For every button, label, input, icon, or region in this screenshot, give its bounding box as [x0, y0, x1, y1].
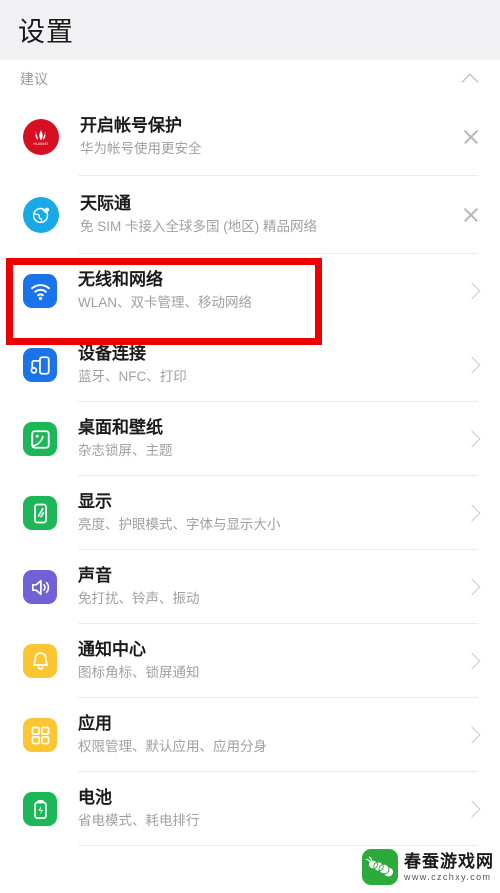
chevron-right-icon	[462, 429, 482, 449]
silkworm-logo-icon	[362, 849, 398, 885]
watermark-url: www.czchxy.com	[404, 871, 492, 882]
suggestions-section-label: 建议	[20, 71, 48, 87]
sidebar-item-battery[interactable]: 电池 省电模式、耗电排行	[0, 772, 500, 846]
close-icon[interactable]	[460, 204, 482, 226]
list-item-subtitle: 蓝牙、NFC、打印	[78, 369, 187, 384]
sidebar-item-sound[interactable]: 声音 免打扰、铃声、振动	[0, 550, 500, 624]
sound-icon	[22, 569, 58, 605]
chevron-right-icon	[462, 281, 482, 301]
divider	[78, 845, 478, 846]
wallpaper-icon	[22, 421, 58, 457]
list-item-subtitle: 图标角标、锁屏通知	[78, 665, 200, 680]
huawei-logo-icon: HUAWEI	[22, 118, 60, 156]
list-item-title: 显示	[78, 492, 112, 511]
list-item-subtitle: 华为帐号使用更安全	[80, 141, 202, 156]
list-item-title: 开启帐号保护	[80, 116, 182, 135]
list-item-title: 无线和网络	[78, 270, 163, 289]
list-item-subtitle: 免打扰、铃声、振动	[78, 591, 200, 606]
list-item-subtitle: 免 SIM 卡接入全球多国 (地区) 精品网络	[80, 219, 317, 234]
sidebar-item-wireless-networks[interactable]: 无线和网络 WLAN、双卡管理、移动网络	[0, 254, 500, 328]
list-item-text: 通知中心 图标角标、锁屏通知	[78, 639, 454, 683]
list-item-text: 设备连接 蓝牙、NFC、打印	[78, 343, 454, 387]
app-title-bar: 设置	[0, 0, 500, 60]
sidebar-item-apps[interactable]: 应用 权限管理、默认应用、应用分身	[0, 698, 500, 772]
chevron-right-icon	[462, 355, 482, 375]
list-item-text: 应用 权限管理、默认应用、应用分身	[78, 713, 454, 757]
sidebar-item-display[interactable]: 显示 亮度、护眼模式、字体与显示大小	[0, 476, 500, 550]
list-item-title: 桌面和壁纸	[78, 418, 163, 437]
list-item-text: 无线和网络 WLAN、双卡管理、移动网络	[78, 269, 454, 313]
chevron-right-icon	[462, 651, 482, 671]
watermark-title: 春蚕游戏网	[404, 851, 494, 871]
chevron-up-icon[interactable]	[462, 70, 480, 88]
apps-grid-icon	[22, 717, 58, 753]
list-item-subtitle: 亮度、护眼模式、字体与显示大小	[78, 517, 281, 532]
settings-list: 无线和网络 WLAN、双卡管理、移动网络 设备连接 蓝牙、NFC、打印 桌面和壁…	[0, 254, 500, 846]
display-icon	[22, 495, 58, 531]
chevron-right-icon	[462, 503, 482, 523]
chevron-right-icon	[462, 577, 482, 597]
list-item[interactable]: 天际通 免 SIM 卡接入全球多国 (地区) 精品网络	[0, 176, 500, 254]
svg-text:HUAWEI: HUAWEI	[33, 142, 48, 146]
list-item-subtitle: 权限管理、默认应用、应用分身	[78, 739, 267, 754]
sidebar-item-notification-center[interactable]: 通知中心 图标角标、锁屏通知	[0, 624, 500, 698]
list-item-title: 天际通	[80, 194, 131, 213]
skytone-globe-icon	[22, 196, 60, 234]
list-item-text: 电池 省电模式、耗电排行	[78, 787, 454, 831]
bell-icon	[22, 643, 58, 679]
chevron-right-icon	[462, 725, 482, 745]
list-item-text: 开启帐号保护 华为帐号使用更安全	[80, 115, 452, 159]
list-item-subtitle: WLAN、双卡管理、移动网络	[78, 295, 253, 310]
list-item-subtitle: 省电模式、耗电排行	[78, 813, 200, 828]
list-item-title: 通知中心	[78, 640, 146, 659]
watermark: 春蚕游戏网 www.czchxy.com	[362, 849, 494, 885]
list-item-text: 声音 免打扰、铃声、振动	[78, 565, 454, 609]
list-item-title: 电池	[78, 788, 112, 807]
list-item-text: 天际通 免 SIM 卡接入全球多国 (地区) 精品网络	[80, 193, 452, 237]
sidebar-item-device-connection[interactable]: 设备连接 蓝牙、NFC、打印	[0, 328, 500, 402]
list-item-title: 声音	[78, 566, 112, 585]
chevron-right-icon	[462, 799, 482, 819]
list-item-text: 显示 亮度、护眼模式、字体与显示大小	[78, 491, 454, 535]
list-item-title: 应用	[78, 714, 112, 733]
list-item[interactable]: HUAWEI 开启帐号保护 华为帐号使用更安全	[0, 98, 500, 176]
list-item-subtitle: 杂志锁屏、主题	[78, 443, 173, 458]
list-item-text: 桌面和壁纸 杂志锁屏、主题	[78, 417, 454, 461]
battery-icon	[22, 791, 58, 827]
close-icon[interactable]	[460, 126, 482, 148]
page-title: 设置	[18, 17, 74, 47]
device-connect-icon	[22, 347, 58, 383]
list-item-title: 设备连接	[78, 344, 146, 363]
wifi-icon	[22, 273, 58, 309]
suggestions-list: HUAWEI 开启帐号保护 华为帐号使用更安全 天际通 免 SIM 卡接入全球多…	[0, 98, 500, 254]
suggestions-section-header[interactable]: 建议	[0, 60, 500, 98]
sidebar-item-home-screen-wallpaper[interactable]: 桌面和壁纸 杂志锁屏、主题	[0, 402, 500, 476]
watermark-text: 春蚕游戏网 www.czchxy.com	[404, 853, 494, 882]
